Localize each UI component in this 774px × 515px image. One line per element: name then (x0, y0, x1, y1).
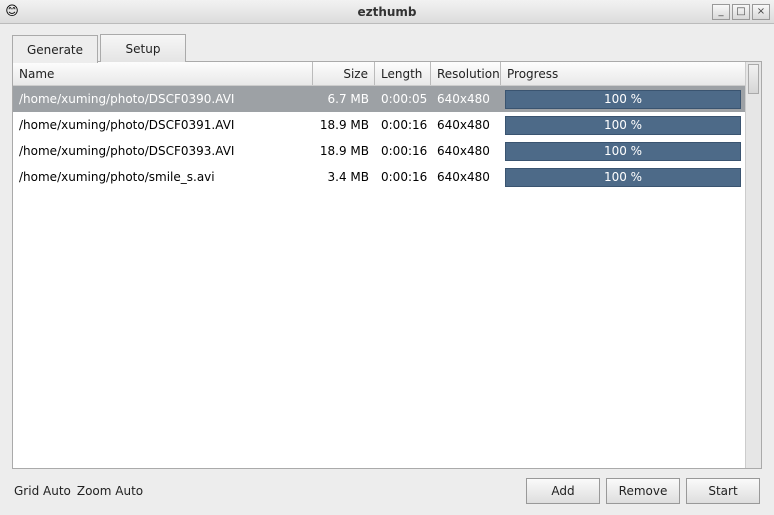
cell-name: /home/xuming/photo/smile_s.avi (13, 166, 313, 188)
table-header: Name Size Length Resolution Progress (13, 62, 745, 86)
cell-progress: 100 % (501, 165, 745, 190)
window-title: ezthumb (0, 5, 774, 19)
minimize-button[interactable]: _ (712, 4, 730, 20)
table-body: /home/xuming/photo/DSCF0390.AVI6.7 MB0:0… (13, 86, 745, 468)
cell-resolution: 640x480 (431, 140, 501, 162)
cell-size: 3.4 MB (313, 166, 375, 188)
tab-setup[interactable]: Setup (100, 34, 186, 62)
cell-name: /home/xuming/photo/DSCF0391.AVI (13, 114, 313, 136)
scrollbar-thumb[interactable] (748, 64, 759, 94)
remove-button[interactable]: Remove (606, 478, 680, 504)
table-row[interactable]: /home/xuming/photo/DSCF0390.AVI6.7 MB0:0… (13, 86, 745, 112)
progress-bar: 100 % (505, 142, 741, 161)
file-table: Name Size Length Resolution Progress /ho… (12, 61, 762, 469)
progress-bar: 100 % (505, 116, 741, 135)
window-controls: _ □ × (712, 4, 770, 20)
close-button[interactable]: × (752, 4, 770, 20)
tab-spacer (188, 34, 762, 62)
add-button[interactable]: Add (526, 478, 600, 504)
cell-progress: 100 % (501, 113, 745, 138)
vertical-scrollbar[interactable] (745, 62, 761, 468)
cell-resolution: 640x480 (431, 88, 501, 110)
maximize-button[interactable]: □ (732, 4, 750, 20)
cell-progress: 100 % (501, 139, 745, 164)
col-header-size[interactable]: Size (313, 62, 375, 85)
cell-length: 0:00:16 (375, 140, 431, 162)
cell-name: /home/xuming/photo/DSCF0390.AVI (13, 88, 313, 110)
table-row[interactable]: /home/xuming/photo/DSCF0393.AVI18.9 MB0:… (13, 138, 745, 164)
cell-size: 18.9 MB (313, 114, 375, 136)
app-window: 😊 ezthumb _ □ × Generate Setup Name Size… (0, 0, 774, 515)
content-area: Generate Setup Name Size Length Resoluti… (0, 24, 774, 515)
tab-setup-label: Setup (126, 42, 161, 56)
col-header-resolution[interactable]: Resolution (431, 62, 501, 85)
col-header-length[interactable]: Length (375, 62, 431, 85)
cell-name: /home/xuming/photo/DSCF0393.AVI (13, 140, 313, 162)
status-grid: Grid Auto (14, 484, 71, 498)
app-icon: 😊 (4, 4, 20, 20)
cell-length: 0:00:16 (375, 166, 431, 188)
progress-bar: 100 % (505, 90, 741, 109)
start-button[interactable]: Start (686, 478, 760, 504)
cell-resolution: 640x480 (431, 114, 501, 136)
cell-size: 6.7 MB (313, 88, 375, 110)
file-table-main: Name Size Length Resolution Progress /ho… (13, 62, 745, 468)
table-row[interactable]: /home/xuming/photo/smile_s.avi3.4 MB0:00… (13, 164, 745, 190)
titlebar: 😊 ezthumb _ □ × (0, 0, 774, 24)
table-row[interactable]: /home/xuming/photo/DSCF0391.AVI18.9 MB0:… (13, 112, 745, 138)
progress-bar: 100 % (505, 168, 741, 187)
action-buttons: Add Remove Start (526, 478, 760, 504)
cell-size: 18.9 MB (313, 140, 375, 162)
tab-bar: Generate Setup (12, 34, 762, 62)
tab-generate[interactable]: Generate (12, 35, 98, 63)
cell-length: 0:00:16 (375, 114, 431, 136)
tab-generate-label: Generate (27, 43, 83, 57)
status-bar: Grid Auto Zoom Auto Add Remove Start (12, 475, 762, 507)
cell-length: 0:00:05 (375, 88, 431, 110)
cell-resolution: 640x480 (431, 166, 501, 188)
cell-progress: 100 % (501, 87, 745, 112)
col-header-progress[interactable]: Progress (501, 62, 745, 85)
status-zoom: Zoom Auto (77, 484, 143, 498)
col-header-name[interactable]: Name (13, 62, 313, 85)
